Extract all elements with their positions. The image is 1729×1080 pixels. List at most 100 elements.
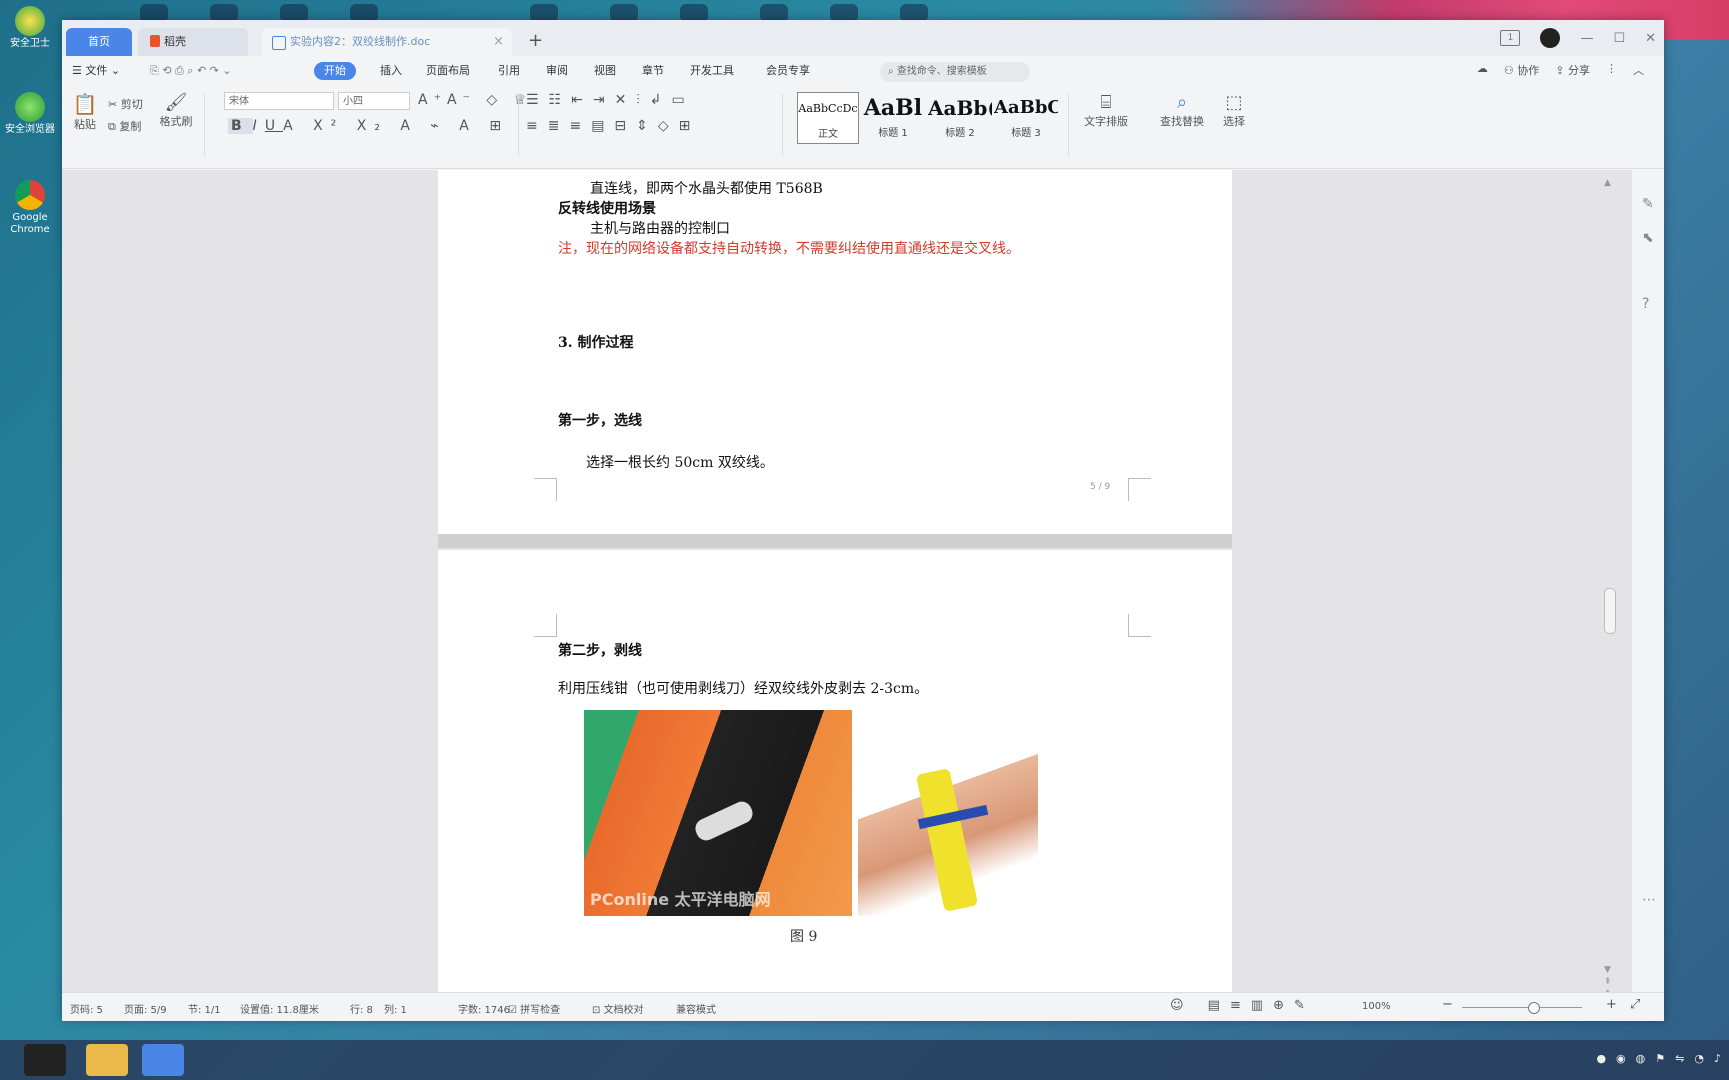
help-icon[interactable]: ? <box>1642 296 1649 312</box>
crimping-tool-photo[interactable]: PConline 太平洋电脑网 <box>584 710 852 916</box>
style-preview: AaBb( <box>928 96 992 120</box>
desktop-icon-label: 安全浏览器 <box>5 124 55 135</box>
pointer-icon[interactable]: ⬉ <box>1642 230 1654 246</box>
doc-heading: 反转线使用场景 <box>558 201 656 217</box>
desktop-icon-security[interactable]: 安全卫士 <box>2 6 58 50</box>
copy-button[interactable]: ⧉ 复制 <box>108 116 148 138</box>
tray-wechat-icon[interactable]: ◍ <box>1636 1052 1646 1065</box>
style-heading-1[interactable]: AaBl 标题 1 <box>862 92 924 142</box>
menu-view[interactable]: 视图 <box>594 62 616 80</box>
doc-proof-button[interactable]: ⊡ 文档校对 <box>592 1001 644 1016</box>
zoom-slider-handle[interactable] <box>1528 1002 1540 1014</box>
scroll-up-icon[interactable]: ▲ <box>1604 178 1611 188</box>
page-6[interactable]: 第二步，剥线 利用压线钳（也可使用剥线刀）经双绞线外皮剥去 2-3cm。 PCo… <box>438 550 1232 1008</box>
document-canvas[interactable]: 直连线，即两个水晶头都使用 T568B 反转线使用场景 主机与路由器的控制口 注… <box>62 170 1632 1008</box>
paragraph-align-icons[interactable]: ≡≣≡▤⊟⇕◇⊞ <box>526 118 700 134</box>
tray-app-icon[interactable]: ● <box>1596 1052 1606 1065</box>
spell-check-label: 拼写检查 <box>520 1005 561 1016</box>
menu-developer[interactable]: 开发工具 <box>690 62 734 80</box>
tab-document[interactable]: 实验内容2：双绞线制作.doc × <box>262 28 512 56</box>
tray-network-icon[interactable]: ◉ <box>1616 1052 1626 1065</box>
view-mode-icons[interactable]: ☺ ▤≡▥⊕✎ <box>1170 998 1315 1013</box>
font-name-select[interactable]: 宋体 <box>224 92 334 110</box>
cut-button[interactable]: ✂ 剪切 <box>108 94 148 116</box>
new-tab-button[interactable]: + <box>528 30 543 51</box>
wps-writer-window: 首页 稻壳 实验内容2：双绞线制作.doc × + 1 — ☐ ✕ ☰ 文件 ⌄… <box>62 20 1664 1021</box>
close-tab-icon[interactable]: × <box>493 28 504 56</box>
zoom-slider-track[interactable] <box>1462 1007 1582 1008</box>
cable-illustration <box>692 798 756 844</box>
maximize-icon[interactable]: ☐ <box>1613 31 1625 46</box>
fullscreen-icon[interactable]: ⤢ <box>1630 997 1640 1012</box>
vertical-scrollbar[interactable]: ▲ ▼⇞⇟ <box>1602 178 1616 999</box>
menu-start[interactable]: 开始 <box>314 62 356 80</box>
command-search-input[interactable]: ⌕ 查找命令、搜索模板 <box>880 62 1030 82</box>
find-replace-label: 查找替换 <box>1160 115 1204 128</box>
scrollbar-thumb[interactable] <box>1604 588 1616 634</box>
account-badge-icon[interactable]: 1 <box>1500 30 1521 46</box>
text-layout-label: 文字排版 <box>1084 115 1128 128</box>
status-page: 页码: 5 <box>70 1005 103 1016</box>
text-layout-button[interactable]: ⌸ 文字排版 <box>1076 92 1136 129</box>
style-normal[interactable]: AaBbCcDc 正文 <box>797 92 859 144</box>
list-indent-icons[interactable]: ☰☷⇤⇥✕⫶↲▭ <box>526 92 695 108</box>
cloud-sync-icon[interactable]: ☁ <box>1477 62 1488 78</box>
spell-check-button[interactable]: ☑ 拼写检查 <box>508 1001 560 1016</box>
right-side-panel: ✎ ⬉ ? ⋯ <box>1634 170 1664 1008</box>
user-avatar[interactable] <box>1540 28 1561 48</box>
doc-section-title: 3. 制作过程 <box>558 335 634 351</box>
doc-step-title: 第一步，选线 <box>558 413 642 429</box>
tray-flag-icon[interactable]: ⚑ <box>1655 1052 1665 1065</box>
figure-caption: 图 9 <box>790 929 818 945</box>
font-grow-shrink-icons[interactable]: A⁺A⁻ ◇ ♕ <box>418 92 532 108</box>
page-5[interactable]: 直连线，即两个水晶头都使用 T568B 反转线使用场景 主机与路由器的控制口 注… <box>438 170 1232 534</box>
zoom-out-icon[interactable]: − <box>1442 997 1453 1012</box>
desktop-icon-browser[interactable]: 安全浏览器 <box>2 92 58 136</box>
zoom-level[interactable]: 100% <box>1362 1001 1391 1012</box>
menu-member[interactable]: 会员专享 <box>766 62 810 80</box>
zoom-in-icon[interactable]: + <box>1606 997 1617 1012</box>
edit-pen-icon[interactable]: ✎ <box>1642 196 1654 212</box>
close-window-icon[interactable]: ✕ <box>1645 31 1656 46</box>
daoke-icon <box>150 35 160 47</box>
quick-access-icons[interactable]: ⎘ ⟲ ⎙ ⌕ ↶ ↷ ⌄ <box>150 62 232 80</box>
share-button[interactable]: ⇪ 分享 <box>1555 62 1590 78</box>
page-number: 5 / 9 <box>1090 482 1111 492</box>
style-label: 标题 2 <box>945 128 975 139</box>
paste-button[interactable]: 📋 粘贴 <box>70 92 100 132</box>
font-style-buttons[interactable]: B IUA X² X₂ A ⌁ A ⊞ <box>228 118 509 134</box>
menu-review[interactable]: 审阅 <box>546 62 568 80</box>
file-manager-icon[interactable] <box>86 1044 128 1076</box>
desktop-icon-label: Google Chrome <box>10 212 50 235</box>
collaborate-button[interactable]: ⚇ 协作 <box>1504 62 1539 78</box>
wire-stripper-photo[interactable] <box>858 750 1038 916</box>
menu-page-layout[interactable]: 页面布局 <box>426 62 470 80</box>
menu-chapter[interactable]: 章节 <box>642 62 664 80</box>
find-replace-button[interactable]: ⌕ 查找替换 <box>1152 92 1212 129</box>
start-menu-icon[interactable] <box>24 1044 66 1076</box>
style-label: 标题 1 <box>878 128 908 139</box>
tab-daoke[interactable]: 稻壳 <box>138 28 248 56</box>
tab-label: 实验内容2：双绞线制作.doc <box>290 35 431 48</box>
style-heading-2[interactable]: AaBb( 标题 2 <box>928 92 992 142</box>
file-menu-label: 文件 <box>85 64 108 77</box>
collapse-ribbon-icon[interactable]: ︿ <box>1633 62 1644 78</box>
menu-references[interactable]: 引用 <box>498 62 520 80</box>
tab-home[interactable]: 首页 <box>66 28 132 56</box>
more-dots-icon[interactable]: ⋯ <box>1642 892 1656 908</box>
select-button[interactable]: ⬚ 选择 <box>1214 92 1254 129</box>
wps-taskbar-icon[interactable] <box>142 1044 184 1076</box>
format-painter-button[interactable]: 🖌 格式刷 <box>156 92 196 129</box>
doc-step-desc: 选择一根长约 50cm 双绞线。 <box>586 455 774 471</box>
tray-wifi-icon[interactable]: ◔ <box>1694 1052 1704 1065</box>
file-menu[interactable]: ☰ 文件 ⌄ <box>72 62 120 80</box>
font-size-select[interactable]: 小四 <box>338 92 410 110</box>
more-icon[interactable]: ⋮ <box>1606 62 1617 78</box>
menu-insert[interactable]: 插入 <box>380 62 402 80</box>
status-col: 列: 1 <box>384 1005 407 1016</box>
minimize-icon[interactable]: — <box>1580 31 1593 46</box>
tray-usb-icon[interactable]: ⇋ <box>1675 1052 1684 1065</box>
tray-volume-icon[interactable]: ♪ <box>1714 1052 1721 1065</box>
style-heading-3[interactable]: AaBbC 标题 3 <box>994 92 1058 142</box>
desktop-icon-chrome[interactable]: Google Chrome <box>2 180 58 236</box>
